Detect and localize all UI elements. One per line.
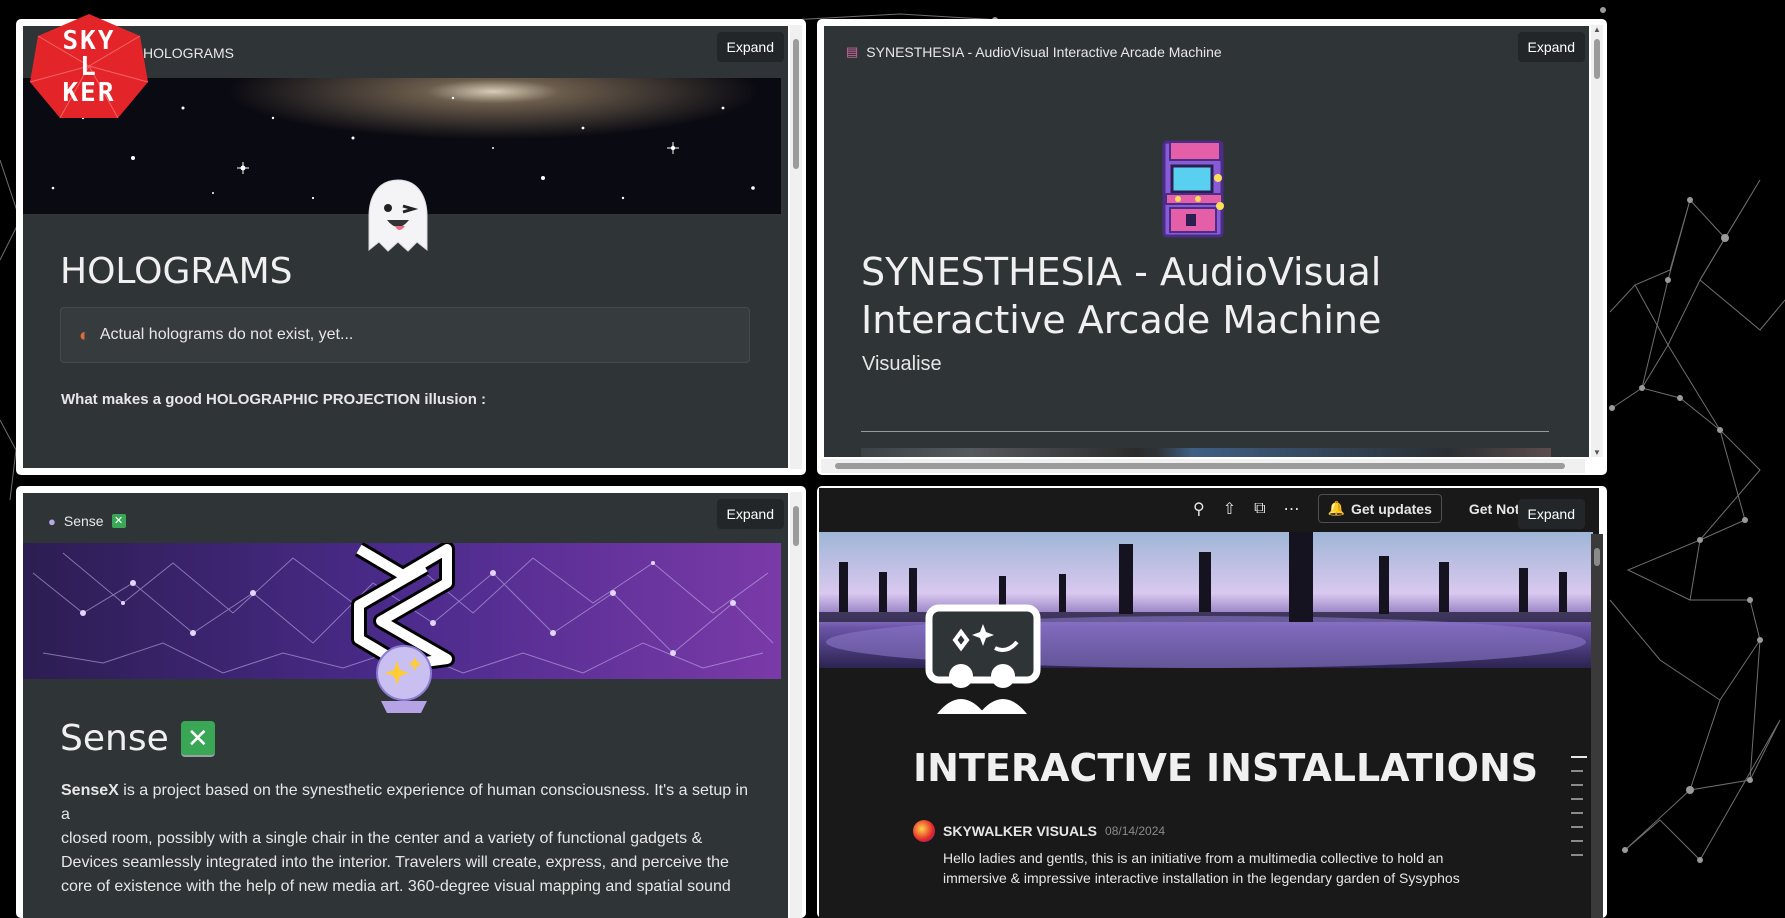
shell-icon: ◐ [79,324,90,345]
toc-line[interactable] [1571,826,1583,828]
synesthesia-horizontal-scrollbar[interactable] [821,459,1585,473]
sense-description-line-3: Devices seamlessly integrated into the i… [61,854,729,871]
toc-line[interactable] [1571,770,1583,772]
synesthesia-vertical-scrollbar[interactable]: ▲ ▼ [1591,25,1603,457]
bell-icon: 🔔 [1327,500,1345,516]
sense-title-row: Sense ✕ [60,718,215,759]
toc-line[interactable] [1571,854,1583,856]
installations-scroll-thumb[interactable] [1594,548,1600,566]
arcade-machine-icon [1162,140,1224,238]
holograms-expand-button[interactable]: Expand [716,32,784,62]
interactive-installation-icon [925,604,1041,714]
installations-intro: Hello ladies and gentls, this is an init… [943,848,1460,888]
toc-line[interactable] [1571,784,1583,786]
check-box-icon: ✕ [180,720,215,757]
holograms-callout-text: Actual holograms do not exist, yet... [99,326,354,343]
duplicate-icon[interactable]: ⧉ [1254,500,1265,518]
sense-description-line-2: closed room, possibly with a single chai… [61,830,703,847]
panel-interactive-installations: ⚲ ⇧ ⧉ ⋯ 🔔 Get updates Get Notion free [817,486,1607,918]
ghost-icon [368,179,428,252]
sense-scroll-thumb[interactable] [793,506,799,546]
author-name[interactable]: SKYWALKER VISUALS [943,823,1097,839]
synesthesia-title-line-1: SYNESTHESIA - AudioVisual [861,250,1382,294]
holograms-subheading: What makes a good HOLOGRAPHIC PROJECTION… [61,391,487,408]
holograms-scroll-thumb[interactable] [793,39,799,169]
author-row: SKYWALKER VISUALS 08/14/2024 [913,820,1165,842]
sense-title: Sense [60,718,169,759]
toc-line[interactable] [1571,812,1583,814]
sense-description-line-4: core of existence with the help of new m… [61,878,731,895]
holograms-vertical-scrollbar[interactable] [790,25,802,469]
visualise-heading: Visualise [862,353,942,375]
holograms-callout: ◐ Actual holograms do not exist, yet... [60,307,750,363]
logo-text: SKY L KER [28,28,150,106]
check-box-small-icon: ✕ [111,514,126,528]
crystal-ball-icon [376,645,432,713]
installations-intro-line-1: Hello ladies and gentls, this is an init… [943,850,1444,866]
holograms-breadcrumb-label: HOLOGRAMS [143,45,235,61]
visualise-image-strip [861,448,1551,457]
sense-breadcrumb[interactable]: ● Sense ✕ [48,513,126,529]
sense-lead-bold: SenseX [61,782,119,799]
post-date: 08/14/2024 [1105,824,1166,838]
holograms-title: HOLOGRAMS [60,251,293,292]
sense-small-icon: ● [48,513,56,529]
sense-description: SenseX is a project based on the synesth… [61,779,761,899]
synesthesia-frame: ▤ SYNESTHESIA - AudioVisual Interactive … [824,26,1589,457]
logo-line-2: L [80,52,98,82]
synesthesia-scroll-thumb[interactable] [1594,39,1600,79]
holograms-breadcrumb[interactable]: HOLOGRAMS [143,45,234,61]
skywalker-logo[interactable]: SKY L KER [28,12,150,122]
sense-expand-button[interactable]: Expand [716,499,784,529]
installations-expand-button[interactable]: Expand [1517,499,1585,529]
get-updates-button[interactable]: 🔔 Get updates [1317,494,1442,523]
sense-frame: ● Sense ✕ Sense ✕ SenseX is a project ba… [23,493,788,918]
synesthesia-title: SYNESTHESIA - AudioVisual Interactive Ar… [861,248,1381,344]
more-options-icon[interactable]: ⋯ [1284,499,1300,519]
scroll-up-arrow-icon[interactable]: ▲ [1593,25,1601,34]
panel-sense: ● Sense ✕ Sense ✕ SenseX is a project ba… [16,486,806,918]
installations-intro-line-2: immersive & impressive interactive insta… [943,870,1460,886]
search-icon[interactable]: ⚲ [1193,499,1205,519]
synesthesia-breadcrumb[interactable]: ▤ SYNESTHESIA - AudioVisual Interactive … [846,44,1222,60]
scroll-down-arrow-icon[interactable]: ▼ [1593,448,1601,457]
panel-synesthesia: ▤ SYNESTHESIA - AudioVisual Interactive … [817,19,1607,475]
sense-breadcrumb-label: Sense [63,513,104,529]
sense-line-1-text: is a project based on the synesthetic ex… [61,782,749,823]
synesthesia-title-line-2: Interactive Arcade Machine [861,298,1382,342]
synesthesia-breadcrumb-label: SYNESTHESIA - AudioVisual Interactive Ar… [866,44,1222,60]
sense-vertical-scrollbar[interactable] [790,492,802,918]
get-updates-label: Get updates [1350,500,1432,517]
toc-line[interactable] [1571,840,1583,842]
sense-description-line-1: SenseX is a project based on the synesth… [61,779,761,827]
arcade-small-icon: ▤ [846,44,859,59]
installations-vertical-scrollbar[interactable] [1591,534,1603,918]
avatar[interactable] [913,820,935,842]
installations-frame: ⚲ ⇧ ⧉ ⋯ 🔔 Get updates Get Notion free [819,488,1599,918]
logo-line-3: KER [62,78,116,108]
share-icon[interactable]: ⇧ [1223,499,1236,519]
logo-line-1: SKY [62,26,116,56]
toc-line[interactable] [1571,798,1583,800]
visualise-divider [861,431,1549,432]
synesthesia-hscroll-thumb[interactable] [835,463,1565,469]
toc-line[interactable] [1571,756,1587,758]
installations-title: INTERACTIVE INSTALLATIONS [913,746,1539,790]
table-of-contents[interactable] [1571,756,1587,856]
synesthesia-expand-button[interactable]: Expand [1517,32,1585,62]
